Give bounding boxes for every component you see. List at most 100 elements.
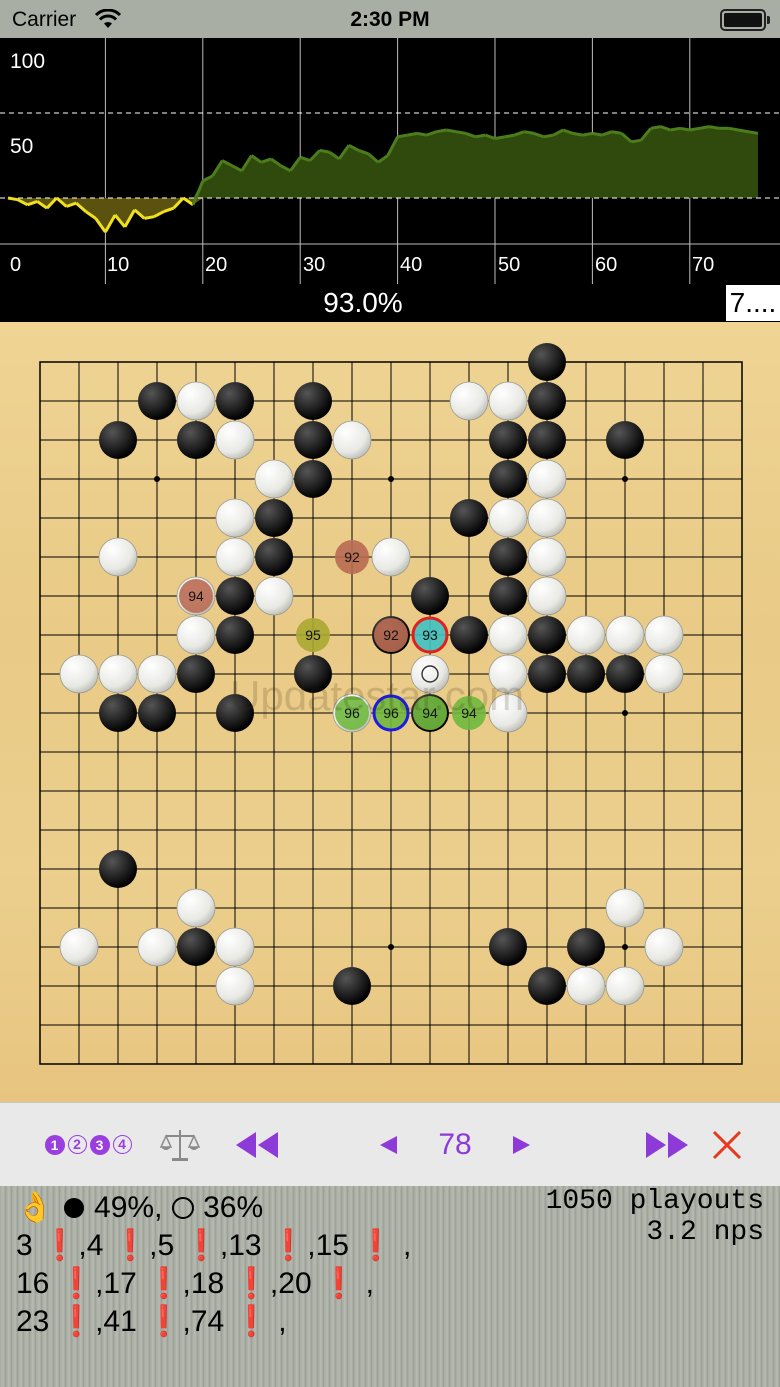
separator: , [78,1229,87,1262]
exclamation-icon: ❗ [349,1229,395,1262]
move-number[interactable]: 78 [420,1103,490,1187]
mistake-move-number[interactable]: 4 [87,1229,104,1262]
winrate-summary: 👌 49%, 36% [16,1190,263,1225]
white-stone [137,927,177,967]
graph-line-segment [455,130,467,135]
graph-line-segment [475,133,486,139]
mistake-row: 16 ❗,17 ❗,18 ❗,20 ❗ , [16,1266,374,1301]
graph-line-segment [523,130,535,135]
forward-to-end-button[interactable] [638,1103,698,1187]
white-stone [59,927,99,967]
ok-hand-icon: 👌 [16,1191,54,1224]
black-stone [528,343,566,381]
graph-line-segment [738,128,749,134]
exclamation-icon: ❗ [32,1229,79,1262]
exclamation-icon: ❗ [103,1229,150,1262]
bottom-toolbar: 1 2 3 4 78 [0,1102,780,1187]
white-stone [98,654,138,694]
candidate-move[interactable]: 92 [335,540,369,574]
black-stone [528,655,566,693]
mistake-move-number[interactable]: 20 [278,1267,311,1300]
mistake-move-number[interactable]: 13 [228,1229,261,1262]
close-button[interactable] [704,1103,750,1187]
separator: , [182,1305,191,1338]
mistake-move-number[interactable]: 18 [191,1267,224,1300]
graph-line-segment [319,148,330,154]
star-point [622,476,628,482]
black-stone-icon [63,1198,84,1218]
mistake-move-number[interactable]: 15 [316,1229,349,1262]
rewind-to-start-button[interactable] [226,1103,286,1187]
score-badge[interactable]: 7.... [726,285,780,321]
move-numbers-button[interactable]: 1 2 3 4 [38,1103,138,1187]
mistake-move-number[interactable]: 41 [103,1305,136,1338]
white-stone [176,381,216,421]
candidate-move[interactable]: 94 [179,579,213,613]
graph-line-segment [709,125,720,130]
mistake-move-number[interactable]: 17 [103,1267,136,1300]
black-stone [255,538,293,576]
graph-line-segment [650,125,661,130]
black-stone [528,616,566,654]
analysis-info-panel: 👌 49%, 36% 1050 playouts 3.2 nps 3 ❗,4 ❗… [0,1186,780,1387]
graph-line-segment [397,133,408,139]
candidate-move[interactable]: 95 [296,618,330,652]
graph-line-segment [699,125,710,130]
previous-move-button[interactable] [368,1103,408,1187]
go-board[interactable]: 92 94 95 92 93 96 96 94 94 Updatestar.com [0,322,780,1102]
mistake-move-number[interactable]: 3 [16,1229,33,1262]
candidate-move[interactable]: 93 [411,616,449,654]
graph-line-segment [592,131,603,137]
white-stone [449,381,489,421]
battery-icon [720,9,770,31]
white-stone [527,498,567,538]
balance-scale-button[interactable] [154,1103,206,1187]
winrate-graph[interactable]: 100 50 0 10 20 30 40 50 60 70 [0,38,780,284]
white-stone [605,966,645,1006]
candidate-move[interactable]: 92 [374,618,408,652]
black-stone [99,421,137,459]
white-percent: 36% [203,1191,264,1224]
number-3-icon: 3 [89,1135,110,1155]
black-stone [216,616,254,654]
mistake-row: 23 ❗,41 ❗,74 ❗ , [16,1304,287,1339]
white-stone [137,654,177,694]
separator: , [182,1267,191,1300]
graph-line-segment [728,126,739,132]
graph-x-label: 50 [498,254,521,276]
graph-line-segment [572,131,583,137]
status-bar: Carrier 2:30 PM [0,0,780,38]
mistake-row: 3 ❗,4 ❗,5 ❗,13 ❗,15 ❗ , [16,1228,411,1263]
white-stone [254,576,294,616]
white-stone [176,615,216,655]
mistake-move-number[interactable]: 16 [16,1267,49,1300]
black-stone [216,382,254,420]
white-stone [176,888,216,928]
graph-area-white-lead [8,198,758,232]
separator: , [219,1229,229,1262]
graph-line-segment [407,131,418,137]
mistake-move-number[interactable]: 5 [157,1229,174,1262]
nps-count: 3.2 nps [646,1217,764,1248]
black-stone [528,967,566,1005]
white-stone-icon [171,1197,194,1219]
black-stone [177,421,215,459]
white-stone [527,459,567,499]
next-move-button[interactable] [502,1103,542,1187]
white-stone [332,420,372,460]
black-stone [138,382,176,420]
mistake-move-number[interactable]: 23 [16,1305,49,1338]
watermark: Updatestar.com [230,672,525,719]
exclamation-icon: ❗ [261,1229,308,1262]
graph-line-segment [747,130,759,135]
graph-line-segment [689,126,700,132]
graph-line-segment [446,128,457,134]
mistake-move-number[interactable]: 74 [191,1305,224,1338]
exclamation-icon: ❗ [136,1305,183,1338]
black-stone [450,499,488,537]
black-stone [567,655,605,693]
candidate-move-score: 92 [383,627,399,643]
graph-x-label: 30 [303,254,326,276]
star-point [388,944,394,950]
exclamation-icon: ❗ [311,1267,358,1300]
